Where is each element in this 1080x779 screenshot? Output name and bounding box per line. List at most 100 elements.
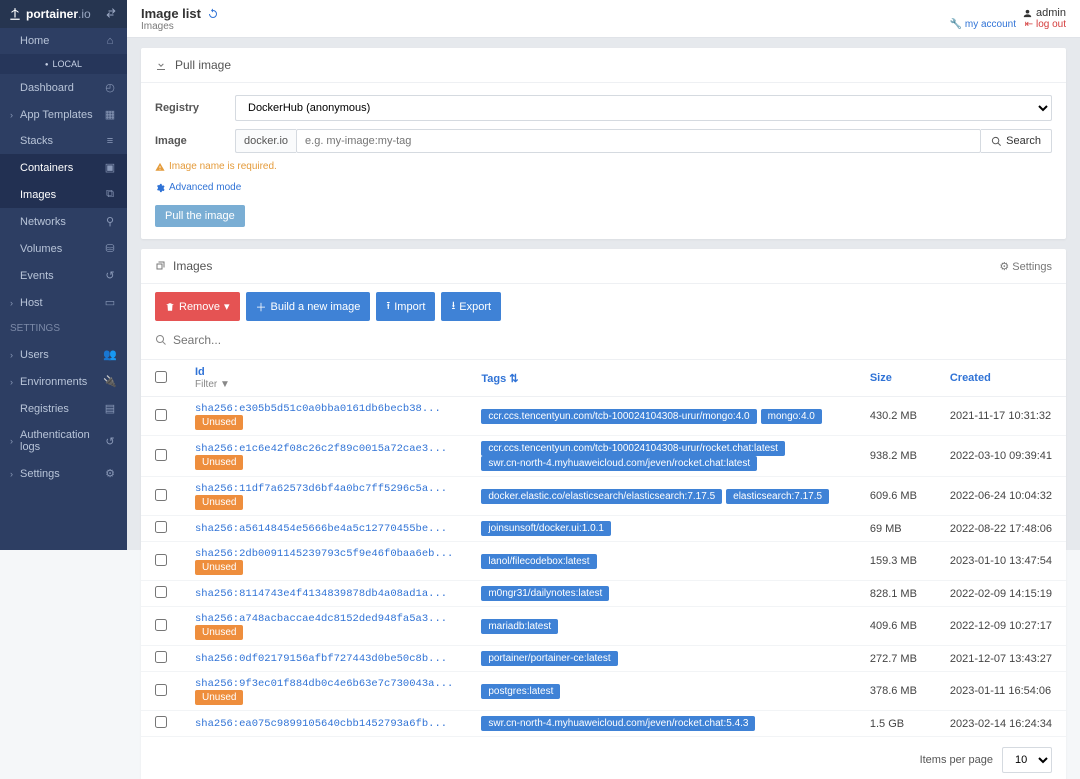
- image-tag[interactable]: elasticsearch:7.17.5: [726, 489, 829, 504]
- image-sha-link[interactable]: sha256:8114743e4f4134839878db4a08ad1a...: [195, 588, 447, 600]
- image-sha-link[interactable]: sha256:a748acbaccae4dc8152ded948fa5a3...: [195, 613, 447, 625]
- user-icon: [1022, 8, 1033, 19]
- image-name-input[interactable]: [296, 129, 981, 153]
- items-per-page-select[interactable]: 10: [1002, 747, 1052, 773]
- image-size: 828.1 MB: [856, 581, 936, 607]
- sidebar-item-host[interactable]: ›Host▭: [0, 289, 127, 316]
- advanced-mode-link[interactable]: Advanced mode: [155, 182, 1052, 193]
- image-tag[interactable]: lanol/filecodebox:latest: [481, 554, 596, 569]
- refresh-icon[interactable]: [207, 6, 219, 20]
- select-all-checkbox[interactable]: [155, 371, 167, 383]
- image-created: 2022-03-10 09:39:41: [936, 436, 1066, 477]
- sidebar-item-authlogs[interactable]: ›Authentication logs↺: [0, 422, 127, 460]
- column-id[interactable]: IdFilter ▼: [181, 360, 467, 397]
- image-created: 2021-12-07 13:43:27: [936, 646, 1066, 672]
- row-checkbox[interactable]: [155, 489, 167, 501]
- row-checkbox[interactable]: [155, 586, 167, 598]
- images-card-title: Images: [173, 259, 212, 273]
- image-tag[interactable]: postgres:latest: [481, 684, 560, 699]
- sidebar-item-volumes[interactable]: Volumes⛁: [0, 235, 127, 262]
- images-settings-button[interactable]: ⚙ Settings: [999, 260, 1052, 273]
- sidebar-item-networks[interactable]: Networks⚲: [0, 208, 127, 235]
- sidebar-item-users[interactable]: ›Users👥: [0, 341, 127, 368]
- events-icon: ↺: [103, 269, 117, 282]
- sidebar-item-containers[interactable]: Containers▣: [0, 154, 127, 181]
- image-sha-link[interactable]: sha256:ea075c9899105640cbb1452793a6fb...: [195, 718, 447, 730]
- search-button[interactable]: Search: [981, 129, 1052, 153]
- image-sha-link[interactable]: sha256:11df7a62573d6bf4a0bc7ff5296c5a...: [195, 483, 447, 495]
- logout-link[interactable]: ⇤ log out: [1025, 19, 1066, 30]
- row-checkbox[interactable]: [155, 521, 167, 533]
- column-tags[interactable]: Tags ⇅: [467, 360, 856, 397]
- image-created: 2021-11-17 10:31:32: [936, 397, 1066, 436]
- warning-message: Image name is required.: [155, 161, 1052, 172]
- sidebar-item-dashboard[interactable]: Dashboard◴: [0, 74, 127, 101]
- export-button[interactable]: ⭳ Export: [441, 292, 501, 321]
- volumes-icon: ⛁: [103, 242, 117, 255]
- containers-icon: ▣: [103, 161, 117, 174]
- authlogs-icon: ↺: [103, 435, 117, 448]
- my-account-link[interactable]: 🔧 my account: [950, 19, 1016, 30]
- networks-icon: ⚲: [103, 215, 117, 228]
- items-per-page-label: Items per page: [920, 754, 993, 766]
- remove-button[interactable]: Remove ▾: [155, 292, 240, 321]
- registry-select[interactable]: DockerHub (anonymous): [235, 95, 1052, 121]
- image-sha-link[interactable]: sha256:a56148454e5666be4a5c12770455be...: [195, 523, 447, 535]
- image-tag[interactable]: portainer/portainer-ce:latest: [481, 651, 617, 666]
- pull-image-button[interactable]: Pull the image: [155, 205, 245, 227]
- row-checkbox[interactable]: [155, 409, 167, 421]
- row-checkbox[interactable]: [155, 684, 167, 696]
- sidebar-item-images[interactable]: Images⧉: [0, 181, 127, 208]
- image-size: 159.3 MB: [856, 542, 936, 581]
- image-sha-link[interactable]: sha256:e1c6e42f08c26c2f89c0015a72cae3...: [195, 443, 447, 455]
- image-tag[interactable]: swr.cn-north-4.myhuaweicloud.com/jeven/r…: [481, 716, 755, 731]
- images-search-input[interactable]: [173, 329, 1052, 351]
- gear-icon: [155, 183, 165, 193]
- image-tag[interactable]: ccr.ccs.tencentyun.com/tcb-100024104308-…: [481, 409, 756, 424]
- sidebar-item-settings[interactable]: ›Settings⚙: [0, 460, 127, 487]
- sidebar-item-stacks[interactable]: Stacks≡: [0, 128, 127, 154]
- row-checkbox[interactable]: [155, 651, 167, 663]
- sidebar-env[interactable]: LOCAL: [0, 54, 127, 74]
- table-row: sha256:e1c6e42f08c26c2f89c0015a72cae3...…: [141, 436, 1066, 477]
- image-sha-link[interactable]: sha256:0df02179156afbf727443d0be50c8b...: [195, 653, 447, 665]
- sidebar-item-apptemplates[interactable]: ›App Templates▦: [0, 101, 127, 128]
- image-tag[interactable]: mongo:4.0: [761, 409, 822, 424]
- image-prefix: docker.io: [235, 129, 296, 153]
- image-tag[interactable]: mariadb:latest: [481, 619, 558, 634]
- row-checkbox[interactable]: [155, 554, 167, 566]
- image-created: 2023-02-14 16:24:34: [936, 711, 1066, 737]
- column-size[interactable]: Size: [856, 360, 936, 397]
- image-tag[interactable]: docker.elastic.co/elasticsearch/elastics…: [481, 489, 722, 504]
- image-tag[interactable]: m0ngr31/dailynotes:latest: [481, 586, 609, 601]
- unused-badge: Unused: [195, 495, 243, 510]
- sidebar-item-home[interactable]: Home⌂: [0, 28, 127, 54]
- row-checkbox[interactable]: [155, 716, 167, 728]
- image-size: 609.6 MB: [856, 477, 936, 516]
- image-tag[interactable]: ccr.ccs.tencentyun.com/tcb-100024104308-…: [481, 441, 785, 456]
- column-created[interactable]: Created: [936, 360, 1066, 397]
- image-tag[interactable]: swr.cn-north-4.myhuaweicloud.com/jeven/r…: [481, 456, 757, 471]
- row-checkbox[interactable]: [155, 449, 167, 461]
- image-created: 2022-08-22 17:48:06: [936, 516, 1066, 542]
- users-icon: 👥: [103, 348, 117, 361]
- sidebar-item-environments[interactable]: ›Environments🔌: [0, 368, 127, 395]
- swap-icon[interactable]: [105, 7, 119, 21]
- image-created: 2022-06-24 10:04:32: [936, 477, 1066, 516]
- image-created: 2022-02-09 14:15:19: [936, 581, 1066, 607]
- filter-icon[interactable]: ▼: [220, 379, 230, 390]
- import-button[interactable]: ⭱ Import: [376, 292, 435, 321]
- brand[interactable]: portainer.io: [0, 0, 127, 28]
- image-sha-link[interactable]: sha256:e305b5d51c0a0bba0161db6becb38...: [195, 403, 441, 415]
- image-size: 378.6 MB: [856, 672, 936, 711]
- gear-icon: ⚙: [103, 467, 117, 480]
- sidebar-item-events[interactable]: Events↺: [0, 262, 127, 289]
- build-image-button[interactable]: ＋ Build a new image: [246, 292, 371, 321]
- brand-text: portainer: [26, 7, 78, 21]
- row-checkbox[interactable]: [155, 619, 167, 631]
- image-sha-link[interactable]: sha256:9f3ec01f884db0c4e6b63e7c730043a..…: [195, 678, 453, 690]
- image-size: 1.5 GB: [856, 711, 936, 737]
- sidebar-item-registries[interactable]: Registries▤: [0, 395, 127, 422]
- portainer-logo-icon: [8, 7, 22, 21]
- image-tag[interactable]: joinsunsoft/docker.ui:1.0.1: [481, 521, 611, 536]
